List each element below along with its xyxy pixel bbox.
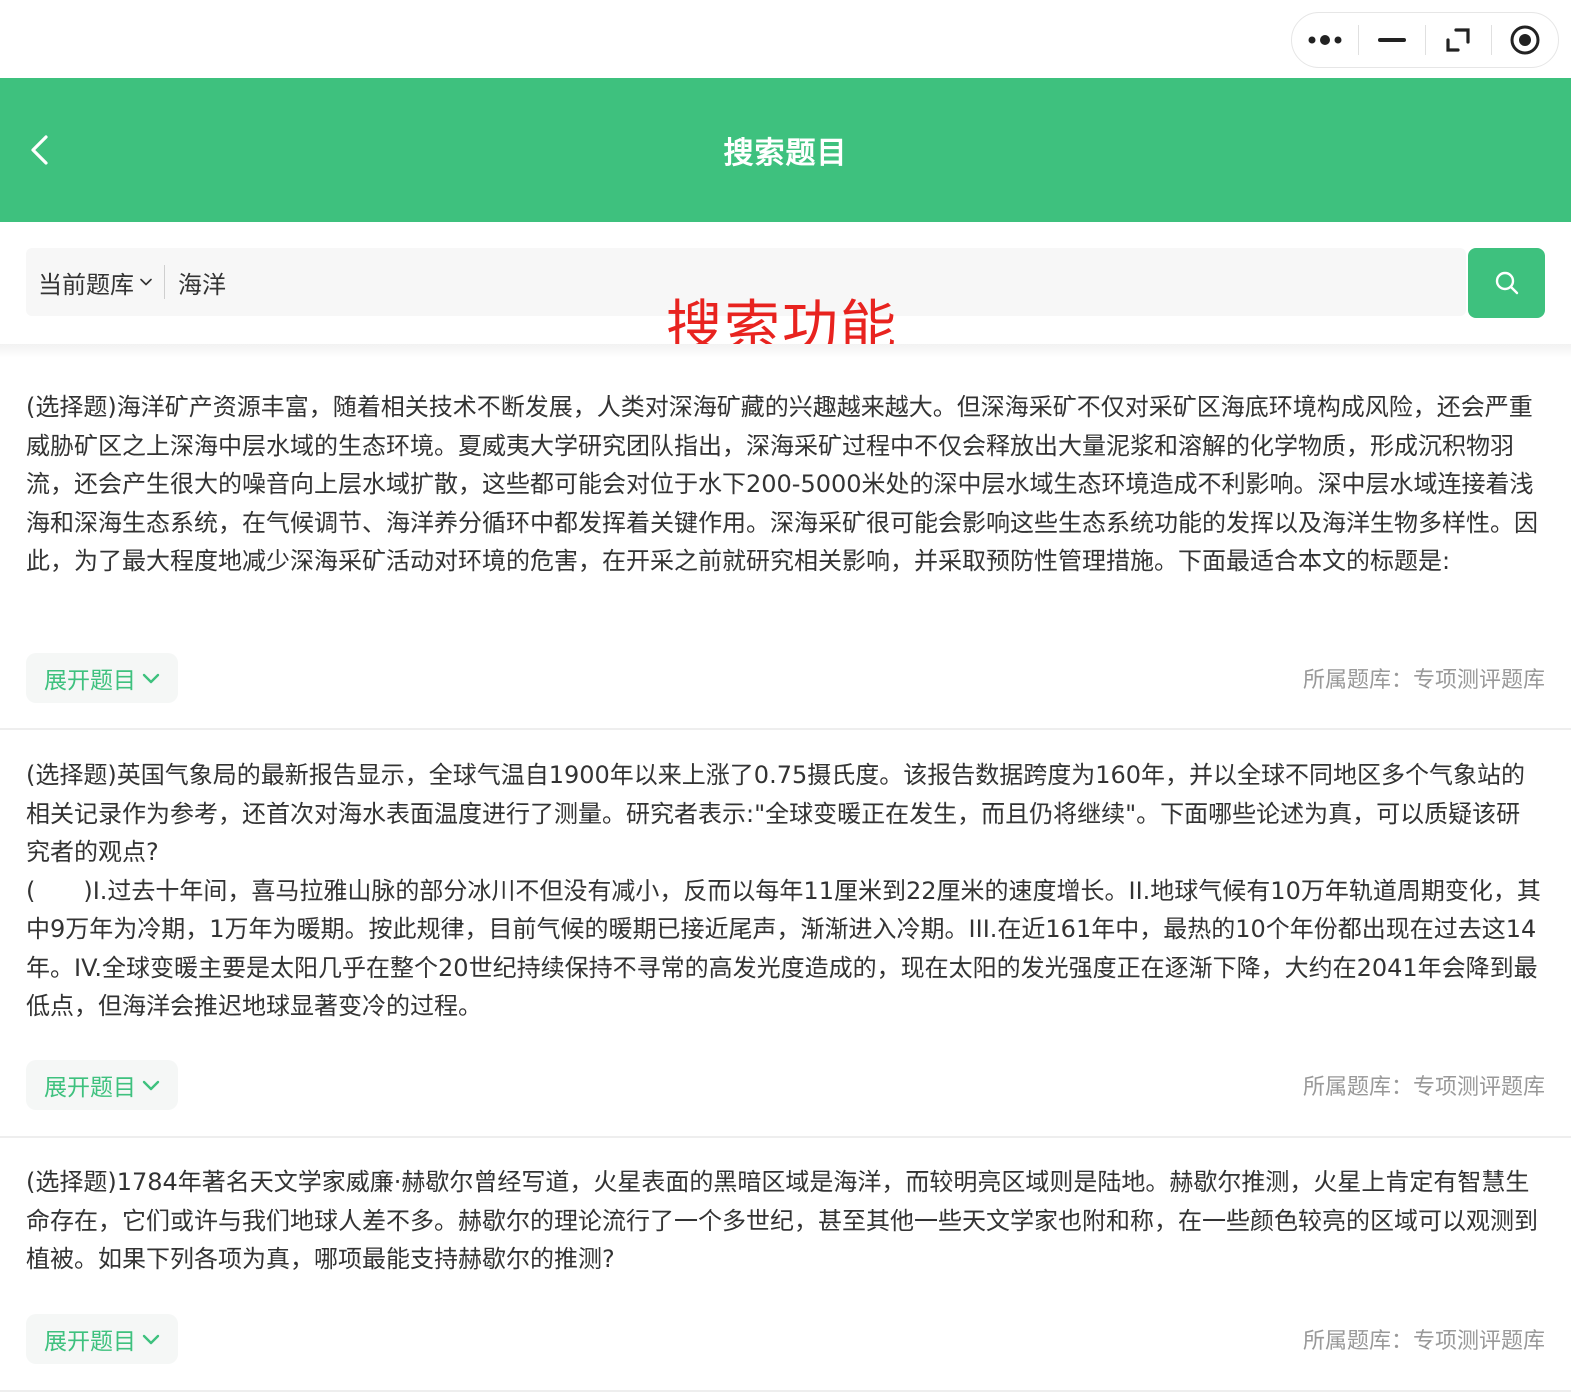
question-card: (选择题)英国气象局的最新报告显示，全球气温自1900年以来上涨了0.75摄氏度… xyxy=(0,730,1571,1138)
chevron-left-icon xyxy=(31,135,48,165)
expand-question-button[interactable]: 展开题目 xyxy=(26,653,178,703)
page-title: 搜索题目 xyxy=(723,136,848,171)
question-text: (选择题)英国气象局的最新报告显示，全球气温自1900年以来上涨了0.75摄氏度… xyxy=(26,761,1541,1020)
chevron-down-icon xyxy=(142,673,160,683)
question-bank-label: 所属题库：专项测评题库 xyxy=(1302,1075,1545,1100)
close-program-button[interactable] xyxy=(1492,12,1558,68)
scope-selector[interactable]: 当前题库 xyxy=(38,248,152,316)
search-bar: 当前题库 搜索功能 xyxy=(0,222,1571,360)
expand-question-button[interactable]: 展开题目 xyxy=(26,1314,178,1364)
question-bank-label: 所属题库：专项测评题库 xyxy=(1302,1329,1545,1354)
more-options-button[interactable] xyxy=(1292,12,1358,68)
window-topbar xyxy=(0,0,1571,78)
minimize-button[interactable] xyxy=(1359,12,1425,68)
page-header: 搜索题目 xyxy=(0,78,1571,222)
restore-window-icon xyxy=(1446,28,1470,52)
question-bank-label: 所属题库：专项测评题库 xyxy=(1302,668,1545,693)
question-text: (选择题)海洋矿产资源丰富，随着相关技术不断发展，人类对深海矿藏的兴趣越来越大。… xyxy=(26,393,1538,575)
scope-label: 当前题库 xyxy=(38,270,134,299)
question-card: (选择题)海洋矿产资源丰富，随着相关技术不断发展，人类对深海矿藏的兴趣越来越大。… xyxy=(0,358,1571,730)
question-text: (选择题)1784年著名天文学家威廉·赫歇尔曾经写道，火星表面的黑暗区域是海洋，… xyxy=(26,1168,1538,1273)
chevron-down-icon xyxy=(142,1080,160,1090)
mini-program-capsule xyxy=(1291,12,1559,68)
chevron-down-icon xyxy=(140,278,152,286)
search-icon xyxy=(1495,271,1518,295)
back-button[interactable] xyxy=(20,128,60,172)
search-button[interactable] xyxy=(1468,248,1545,318)
record-target-icon xyxy=(1510,25,1540,55)
minimize-icon xyxy=(1377,38,1406,42)
expand-question-button[interactable]: 展开题目 xyxy=(26,1060,178,1110)
restore-window-button[interactable] xyxy=(1426,12,1492,68)
chevron-down-icon xyxy=(142,1334,160,1344)
question-card: (选择题)1784年著名天文学家威廉·赫歇尔曾经写道，火星表面的黑暗区域是海洋，… xyxy=(0,1138,1571,1392)
more-dots-icon xyxy=(1308,35,1342,45)
